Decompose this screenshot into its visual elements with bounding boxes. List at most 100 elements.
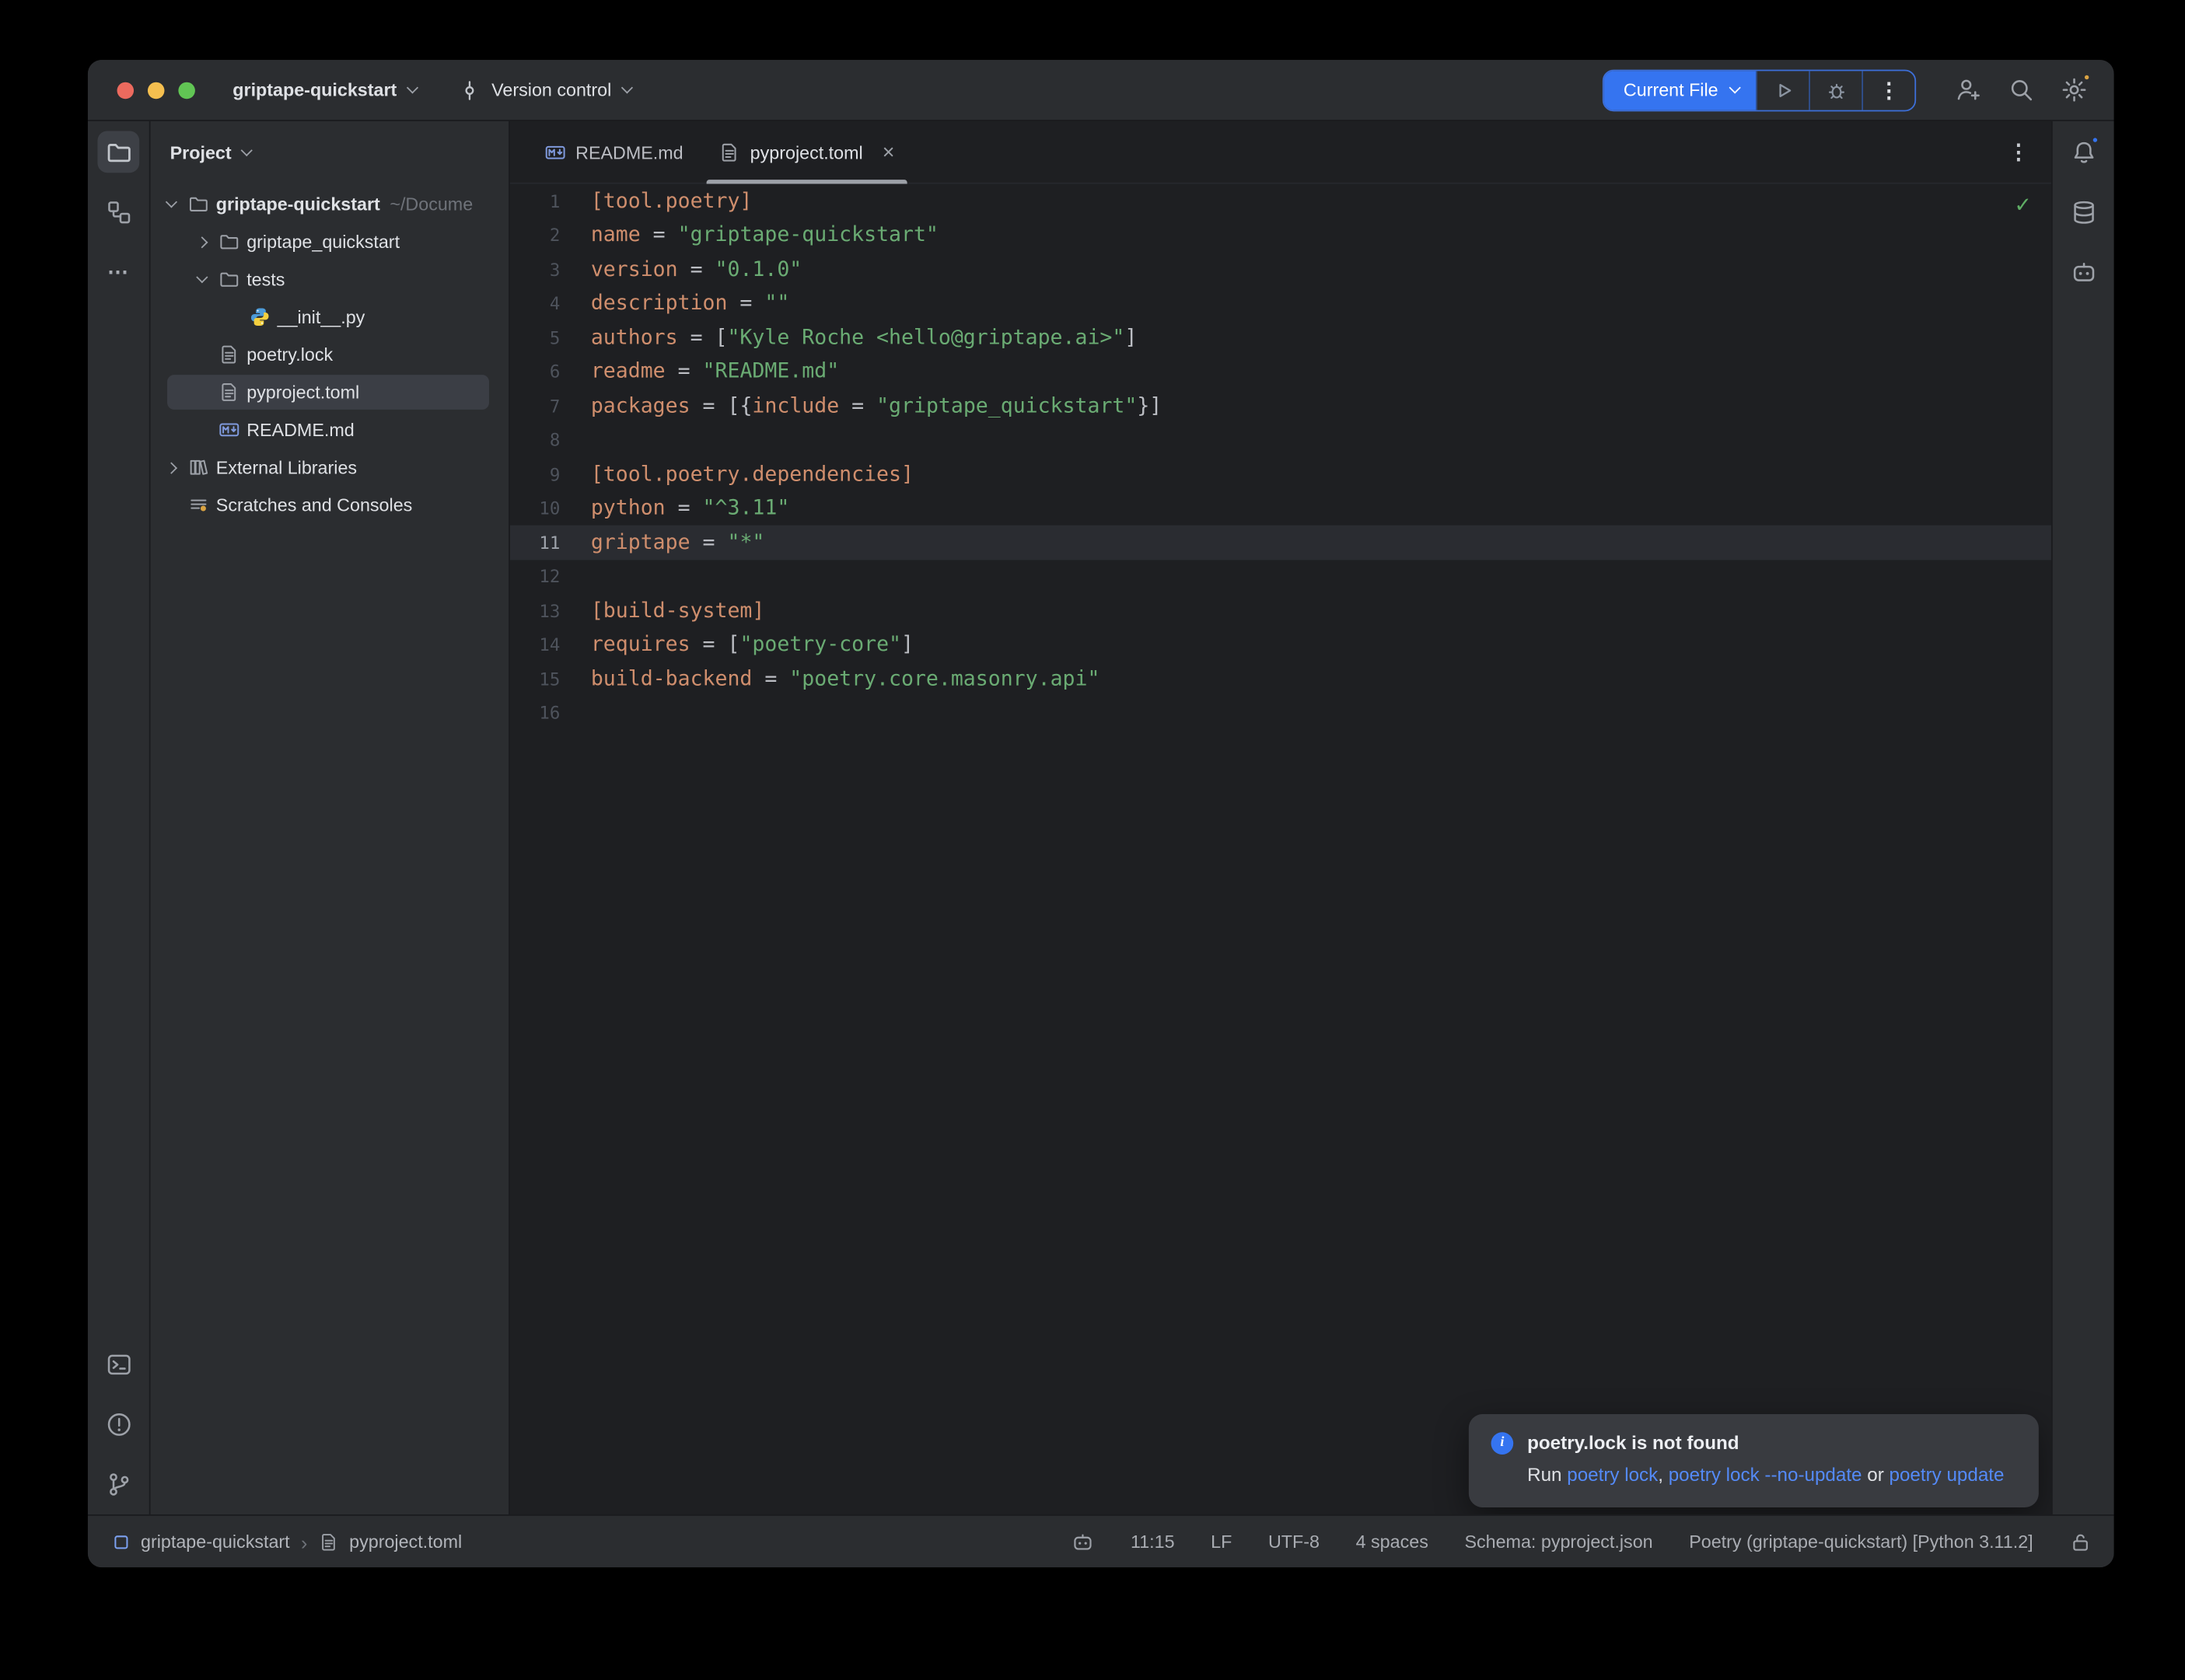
status-schema[interactable]: Schema: pyproject.json xyxy=(1464,1532,1652,1553)
code-line-16[interactable]: 16 xyxy=(510,696,2051,730)
run-button[interactable] xyxy=(1756,71,1809,110)
editor-options-button[interactable]: ⋮ xyxy=(2008,139,2029,164)
code-text: name = "griptape-quickstart" xyxy=(591,223,939,246)
tree-item--init-py[interactable]: __init__.py xyxy=(151,299,509,336)
run-configuration-label: Current File xyxy=(1624,79,1718,100)
project-panel-header[interactable]: Project xyxy=(151,121,509,183)
notifications-button[interactable] xyxy=(2062,131,2104,173)
tab-pyproject[interactable]: pyproject.toml × xyxy=(701,121,913,183)
terminal-toolwindow-button[interactable] xyxy=(97,1343,139,1385)
problems-icon xyxy=(105,1410,131,1437)
info-icon: i xyxy=(1491,1431,1514,1454)
code-line-3[interactable]: 3version = "0.1.0" xyxy=(510,252,2051,286)
status-bar: griptape-quickstart › pyproject.toml 11:… xyxy=(88,1514,2114,1567)
inspections-ok-icon[interactable]: ✓ xyxy=(2014,192,2032,217)
code-line-13[interactable]: 13[build-system] xyxy=(510,593,2051,627)
left-tool-strip: ⋯ xyxy=(88,121,151,1514)
code-line-8[interactable]: 8 xyxy=(510,423,2051,457)
code-line-11[interactable]: 11griptape = "*" xyxy=(510,526,2051,560)
code-area: 1[tool.poetry] 2 name = "griptape-quicksta… xyxy=(510,184,2051,730)
database-toolwindow-button[interactable] xyxy=(2062,191,2104,233)
tree-item-readme-md[interactable]: README.md xyxy=(151,411,509,449)
config-icon xyxy=(215,381,243,403)
status-line-ending[interactable]: LF xyxy=(1211,1532,1232,1553)
toast-header: i poetry.lock is not found xyxy=(1491,1431,2017,1454)
code-line-15[interactable]: 15 build-backend = "poetry.core.masonry.a… xyxy=(510,662,2051,696)
close-window-button[interactable] xyxy=(117,82,135,99)
vcs-widget[interactable]: Version control xyxy=(458,79,631,101)
toast-text: , xyxy=(1658,1464,1668,1485)
tree-item-griptape-quickstart[interactable]: griptape-quickstart~/Docume xyxy=(151,185,509,222)
code-text: packages = [{include = "griptape_quickst… xyxy=(591,394,1162,417)
code-text: build-backend = "poetry.core.masonry.api… xyxy=(591,667,1100,690)
line-number: 15 xyxy=(510,669,561,690)
code-line-9[interactable]: 9[tool.poetry.dependencies] xyxy=(510,457,2051,491)
project-panel: Project griptape-quickstart~/Documegript… xyxy=(151,121,510,1514)
settings-button[interactable] xyxy=(2053,69,2095,111)
status-encoding[interactable]: UTF-8 xyxy=(1268,1532,1320,1553)
code-line-2[interactable]: 2 name = "griptape-quickstart" xyxy=(510,218,2051,252)
code-text: [tool.poetry] xyxy=(591,189,753,212)
status-indent[interactable]: 4 spaces xyxy=(1356,1532,1428,1553)
structure-toolwindow-button[interactable] xyxy=(97,191,139,233)
code-line-5[interactable]: 5authors = ["Kyle Roche <hello@griptape.… xyxy=(510,320,2051,355)
ai-assistant-button[interactable] xyxy=(2062,251,2104,293)
tree-item-scratches-and-consoles[interactable]: Scratches and Consoles xyxy=(151,486,509,523)
code-line-12[interactable]: 12 xyxy=(510,560,2051,594)
copilot-icon[interactable] xyxy=(1072,1531,1095,1553)
tree-item-pyproject-toml[interactable]: pyproject.toml xyxy=(151,373,509,410)
tab-readme[interactable]: README.md xyxy=(526,121,701,183)
toast-link[interactable]: poetry lock --no-update xyxy=(1669,1464,1862,1485)
debug-button[interactable] xyxy=(1809,71,1862,110)
play-icon xyxy=(1772,79,1795,101)
zoom-window-button[interactable] xyxy=(178,82,195,99)
toast-link[interactable]: poetry update xyxy=(1889,1464,2004,1485)
code-line-7[interactable]: 7packages = [{include = "griptape_quicks… xyxy=(510,389,2051,423)
status-interpreter[interactable]: Poetry (griptape-quickstart) [Python 3.1… xyxy=(1689,1532,2033,1553)
problems-toolwindow-button[interactable] xyxy=(97,1403,139,1445)
code-line-10[interactable]: 10python = "^3.11" xyxy=(510,491,2051,526)
tree-item-external-libraries[interactable]: External Libraries xyxy=(151,449,509,486)
code-text: [tool.poetry.dependencies] xyxy=(591,463,914,486)
tree-item-label: griptape-quickstart xyxy=(216,194,380,215)
editor-body[interactable]: 1[tool.poetry] 2 name = "griptape-quicksta… xyxy=(510,184,2051,1514)
toast-title: poetry.lock is not found xyxy=(1527,1432,1739,1453)
add-user-button[interactable] xyxy=(1947,69,1989,111)
project-switcher[interactable]: griptape-quickstart xyxy=(232,79,416,100)
search-everywhere-button[interactable] xyxy=(2000,69,2042,111)
vcs-toolwindow-button[interactable] xyxy=(97,1463,139,1505)
chevron-right-icon[interactable] xyxy=(159,463,184,472)
close-tab-icon[interactable]: × xyxy=(883,141,895,162)
code-line-1[interactable]: 1[tool.poetry] xyxy=(510,184,2051,218)
run-configuration-button[interactable]: Current File xyxy=(1604,71,1756,110)
chevron-down-icon[interactable] xyxy=(159,202,184,206)
toast-link[interactable]: poetry lock xyxy=(1567,1464,1658,1485)
chevron-right-icon[interactable] xyxy=(190,238,215,246)
code-line-14[interactable]: 14requires = ["poetry-core"] xyxy=(510,627,2051,662)
chevron-down-icon[interactable] xyxy=(190,278,215,281)
tree-item-label: External Libraries xyxy=(216,457,357,478)
structure-icon xyxy=(105,198,131,225)
minimize-window-button[interactable] xyxy=(148,82,165,99)
status-caret-position[interactable]: 11:15 xyxy=(1131,1532,1175,1553)
tree-item-tests[interactable]: tests xyxy=(151,260,509,298)
chevron-down-icon xyxy=(1729,82,1741,93)
tree-item-poetry-lock[interactable]: poetry.lock xyxy=(151,336,509,373)
status-breadcrumb: griptape-quickstart › pyproject.toml xyxy=(113,1531,462,1553)
line-number: 2 xyxy=(510,225,561,246)
bug-icon xyxy=(1825,79,1848,101)
lock-icon[interactable] xyxy=(2069,1531,2092,1553)
code-line-6[interactable]: 6readme = "README.md" xyxy=(510,355,2051,389)
tab-label: pyproject.toml xyxy=(750,141,863,162)
breadcrumb-project[interactable]: griptape-quickstart xyxy=(141,1532,290,1553)
run-more-button[interactable]: ⋮ xyxy=(1862,71,1914,110)
project-toolwindow-button[interactable] xyxy=(97,131,139,173)
markdown-icon xyxy=(545,141,566,162)
more-toolwindows-button[interactable]: ⋯ xyxy=(97,251,139,293)
tree-item-griptape-quickstart[interactable]: griptape_quickstart xyxy=(151,223,509,260)
breadcrumb-file[interactable]: pyproject.toml xyxy=(349,1532,462,1553)
code-line-4[interactable]: 4description = "" xyxy=(510,286,2051,320)
config-file-icon xyxy=(719,141,740,162)
git-branch-icon xyxy=(105,1471,131,1497)
project-name: griptape-quickstart xyxy=(232,79,397,100)
